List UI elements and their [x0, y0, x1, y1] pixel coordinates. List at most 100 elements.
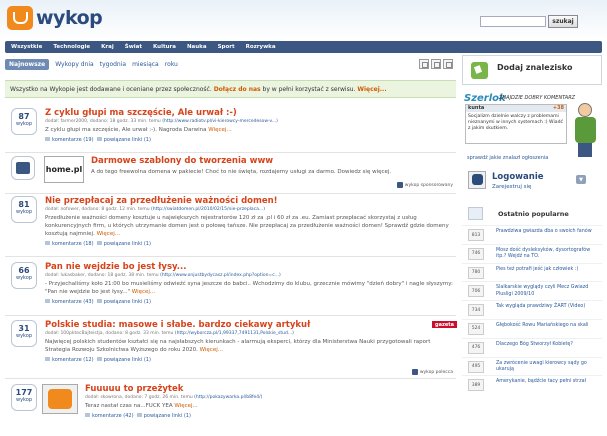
login-title[interactable]: Logowanie: [492, 172, 544, 182]
notice-more-link[interactable]: Więcej...: [357, 86, 386, 93]
popular-title-link[interactable]: Mosz dość dysleksyków, dysortografów itp…: [496, 248, 596, 261]
entry-source-link[interactable]: (http://wyborcza.pl/1,99337,7491131,Pols…: [175, 331, 294, 336]
entry-card: 177 wykop Fuuuuu to przeżytek dodał: sko…: [5, 384, 456, 430]
compact-view-icon[interactable]: [431, 59, 441, 69]
entry-source-link[interactable]: (http://www.onjustbydycasz.pl/index.php?…: [160, 273, 281, 278]
register-link[interactable]: Zarejestruj się: [492, 184, 531, 190]
vote-count: 81: [18, 200, 30, 209]
nav-item-kultura[interactable]: Kultura: [153, 44, 176, 50]
vote-label: wykop: [16, 121, 32, 127]
chevron-down-icon[interactable]: ▼: [576, 175, 586, 184]
entry-meta: dodał: farmer2000, dodano: 18 godz. 33 m…: [45, 119, 456, 124]
related-link[interactable]: powiązane linki (1): [144, 413, 191, 419]
popular-title-link[interactable]: Głębokość Rowu Mariańskiego na skali: [496, 323, 596, 329]
tab-roku[interactable]: roku: [165, 61, 178, 68]
comments-link[interactable]: komentarze (42): [92, 413, 134, 419]
popular-title-link[interactable]: Prawdziwa gwiazda dba o swoich fanów: [496, 229, 596, 235]
popular-icon: [468, 207, 483, 220]
entry-more-link[interactable]: Więcej...: [132, 289, 155, 295]
divider: [5, 193, 456, 194]
entry-source-link[interactable]: (http://www.radiotv.pl/vi-kierowcy-merce…: [162, 119, 278, 124]
popular-title-link[interactable]: Dlaczego Bóg Stworzył Kobietę?: [496, 342, 596, 348]
login-box: Logowanie Zarejestruj się ▼: [462, 167, 602, 195]
divider: [5, 152, 456, 153]
tab-wykopy-dnia[interactable]: Wykopy dnia: [55, 61, 94, 68]
popular-item[interactable]: 780 Pies też potrafi jeść jak człowiek :): [462, 262, 602, 282]
comment-icon: [45, 298, 50, 303]
entry-more-link[interactable]: Więcej...: [97, 231, 120, 237]
ad-link[interactable]: sprawdź jakie znalazł ogłoszenia: [467, 155, 548, 161]
entry-card-sponsored: home.pl Darmowe szablony do tworzenia ww…: [5, 156, 456, 192]
divider: [5, 256, 456, 257]
popular-title-link[interactable]: Pies też potrafi jeść jak człowiek :): [496, 267, 596, 273]
related-link[interactable]: powiązane linki (1): [104, 357, 151, 363]
comments-link[interactable]: komentarze (43): [52, 299, 94, 305]
tab-miesiaca[interactable]: miesiąca: [132, 61, 159, 68]
entry-more-link[interactable]: Więcej...: [208, 127, 231, 133]
wykop-mini-icon: [16, 162, 30, 174]
entry-title[interactable]: Z cyklu głupi ma szczęście, Ale urwał :-…: [45, 108, 456, 118]
entry-author-line: dodał: skowrona, dodano: 7 godz. 26 min.…: [85, 395, 193, 400]
comments-link[interactable]: komentarze (12): [52, 357, 94, 363]
popular-item[interactable]: 476 Dlaczego Bóg Stworzył Kobietę?: [462, 337, 602, 357]
vote-box[interactable]: 66 wykop: [11, 262, 37, 289]
login-icon: [468, 171, 486, 189]
bubble-head: kunta +38: [466, 105, 566, 112]
vote-box[interactable]: 31 wykop: [11, 320, 37, 347]
entry-title[interactable]: Darmowe szablony do tworzenia www: [91, 156, 456, 166]
popular-title-link[interactable]: Amerykanie, bądźcie tacy pełni strzał: [496, 379, 596, 385]
entry-more-link[interactable]: Więcej...: [174, 403, 197, 409]
comments-link[interactable]: komentarze (19): [52, 137, 94, 143]
entry-title[interactable]: Pan nie wejdzie bo jest łysy...: [45, 262, 456, 272]
popular-item[interactable]: 746 Mosz dość dysleksyków, dysortografów …: [462, 243, 602, 263]
tab-tygodnia[interactable]: tygodnia: [100, 61, 126, 68]
popular-votes: 476: [468, 341, 484, 354]
entry-title[interactable]: Polskie studia: masowe i słabe. bardzo c…: [45, 320, 456, 330]
nav-item-nauka[interactable]: Nauka: [187, 44, 207, 50]
nav-item-technologie[interactable]: Technologie: [53, 44, 90, 50]
popular-item[interactable]: 389 Amerykanie, bądźcie tacy pełni strzał: [462, 375, 602, 394]
nav-item-wszystkie[interactable]: Wszystkie: [11, 44, 42, 50]
join-link[interactable]: Dołącz do nas: [214, 86, 261, 93]
entry-body: Z cyklu głupi ma szczęście, Ale urwał :-…: [45, 108, 456, 143]
vote-box[interactable]: 177 wykop: [11, 384, 37, 411]
vote-box[interactable]: 87 wykop: [11, 108, 37, 135]
search-input[interactable]: [480, 16, 546, 27]
popular-title-link[interactable]: Slalkarskie wyglądy czyli Mecz Gwiazd Pl…: [496, 285, 596, 298]
popular-item[interactable]: 706 Slalkarskie wyglądy czyli Mecz Gwiazd…: [462, 281, 602, 300]
entry-actions: komentarze (42) powiązane linki (1): [85, 412, 456, 419]
entry-title[interactable]: Nie przepłacaj za przedłużenie ważności …: [45, 196, 456, 206]
wykop-logo[interactable]: wykop: [7, 6, 103, 30]
popular-title-link[interactable]: Tak wygląda prawdziwy ŻART (Video): [496, 304, 596, 310]
nav-item-rozrywka[interactable]: Rozrywka: [246, 44, 276, 50]
sponsored-logo: [11, 156, 35, 180]
sponsored-label: wykop sponsorowany: [396, 182, 453, 188]
nav-item-swiat[interactable]: Świat: [125, 44, 142, 50]
search-button[interactable]: szukaj: [548, 15, 578, 28]
popular-title-link[interactable]: Za zwrócenie uwagi kierowcy sądy go ukar…: [496, 361, 596, 374]
popular-votes: 495: [468, 360, 484, 373]
related-link[interactable]: powiązane linki (1): [104, 241, 151, 247]
entry-thumbnail[interactable]: home.pl: [44, 156, 84, 183]
nav-item-kraj[interactable]: Kraj: [101, 44, 114, 50]
entry-more-link[interactable]: Więcej...: [200, 347, 223, 353]
entry-source-link[interactable]: (http://pokazywarka.pl/b8fe4/): [194, 395, 262, 400]
entry-thumbnail[interactable]: [42, 384, 78, 414]
comments-link[interactable]: komentarze (18): [52, 241, 94, 247]
tab-najnowsze[interactable]: Najnowsze: [5, 58, 50, 70]
add-link-box[interactable]: Dodaj znalezisko: [462, 55, 602, 85]
popular-item[interactable]: 813 Prawdziwa gwiazda dba o swoich fanów: [462, 225, 602, 244]
related-link[interactable]: powiązane linki (1): [104, 137, 151, 143]
nav-item-sport[interactable]: Sport: [218, 44, 235, 50]
sort-tabs: Najnowsze Wykopy dnia tygodnia miesiąca …: [5, 57, 184, 71]
list-view-icon[interactable]: [419, 59, 429, 69]
entry-source-link[interactable]: (http://swiatdomen.pl/2010/02/15/nie-prz…: [151, 207, 265, 212]
popular-item[interactable]: 524 Głębokość Rowu Mariańskiego na skali: [462, 318, 602, 338]
popular-item[interactable]: 734 Tak wygląda prawdziwy ŻART (Video): [462, 300, 602, 319]
entry-title[interactable]: Fuuuuu to przeżytek: [85, 384, 456, 394]
vote-box[interactable]: 81 wykop: [11, 196, 37, 223]
entry-card: 81 wykop Nie przepłacaj za przedłużenie …: [5, 196, 456, 254]
related-link[interactable]: powiązane linki (1): [104, 299, 151, 305]
gallery-view-icon[interactable]: [443, 59, 453, 69]
popular-item[interactable]: 495 Za zwrócenie uwagi kierowcy sądy go u…: [462, 356, 602, 376]
